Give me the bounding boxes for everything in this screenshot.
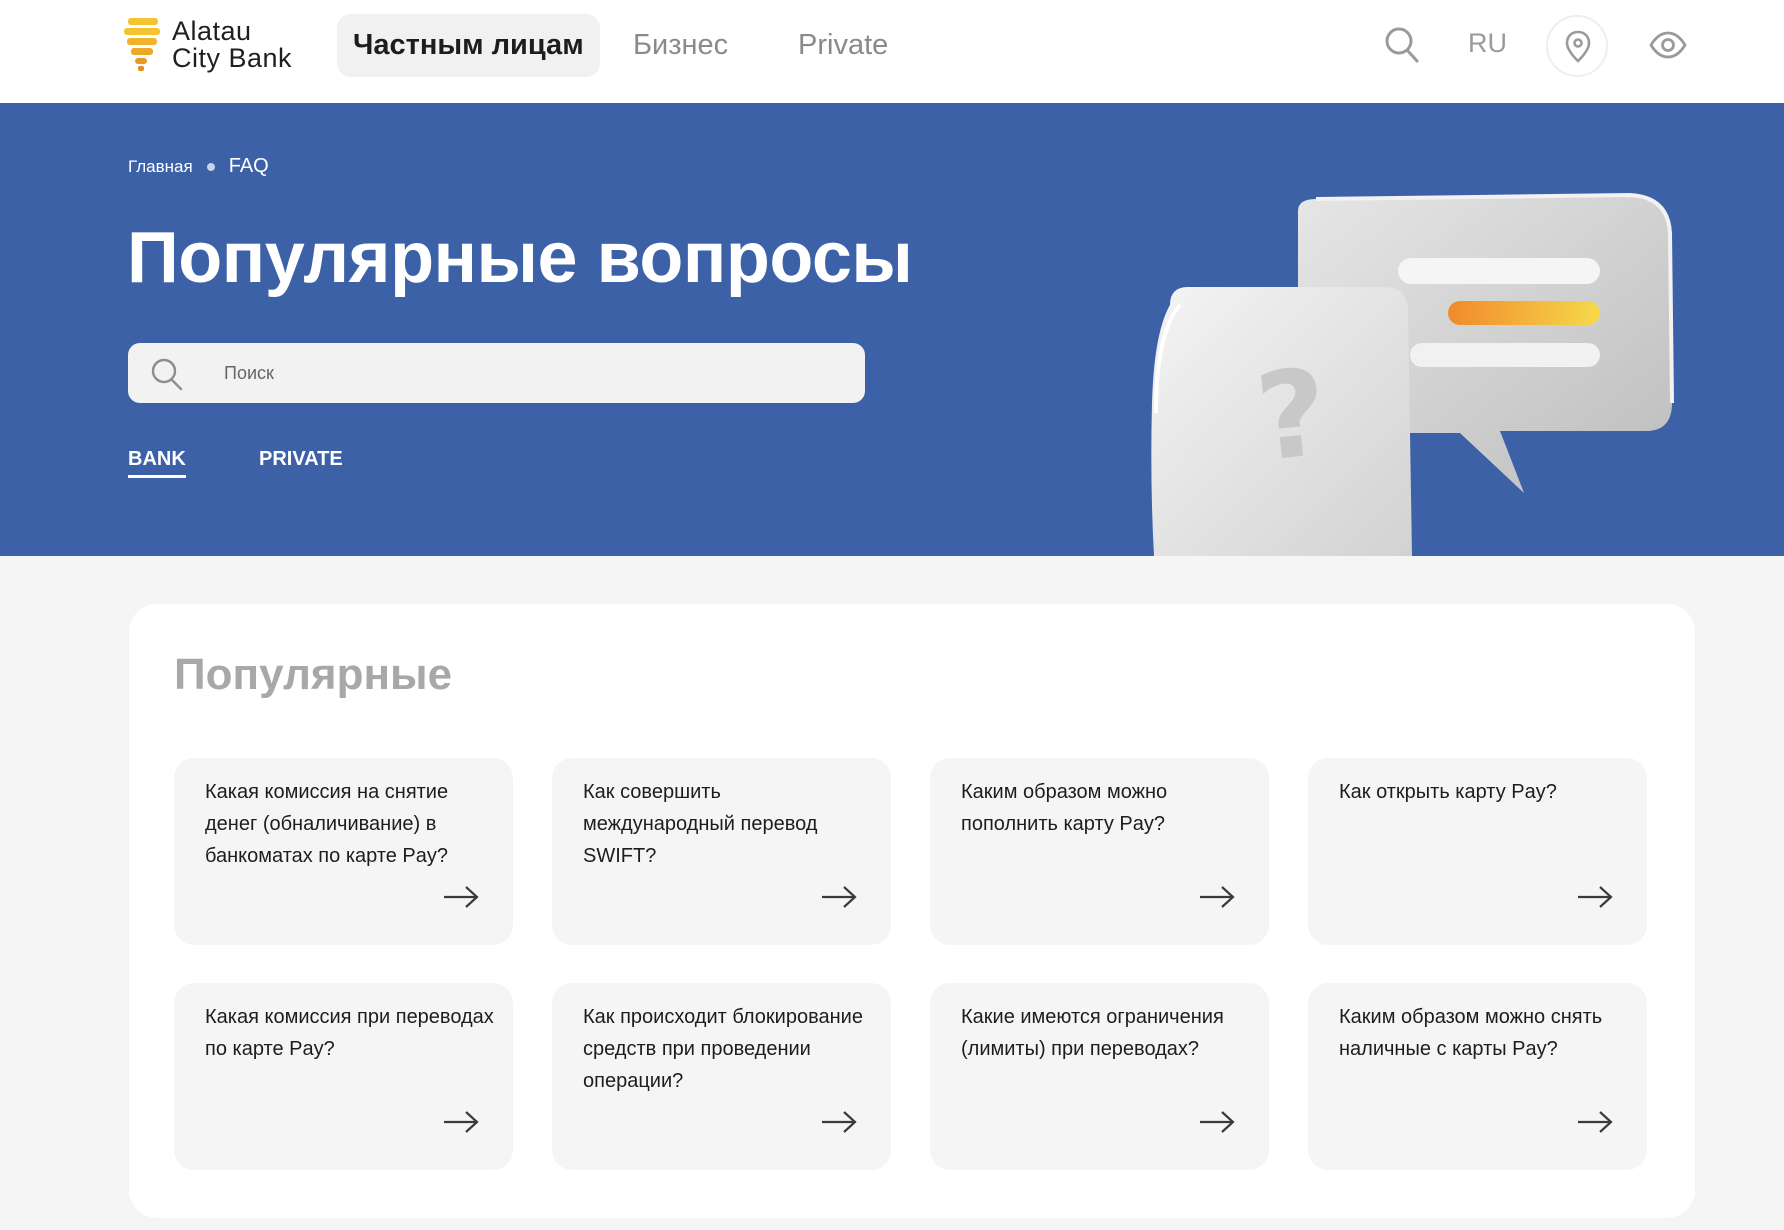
location-button[interactable] — [1546, 15, 1608, 77]
search-icon[interactable] — [1384, 26, 1420, 64]
faq-search-box — [128, 343, 865, 403]
breadcrumb-home[interactable]: Главная — [128, 157, 193, 177]
breadcrumb-current: FAQ — [228, 155, 269, 177]
arrow-right-icon — [1200, 1111, 1235, 1133]
arrow-right-icon — [1200, 886, 1235, 908]
location-pin-icon — [1565, 30, 1591, 63]
eye-icon[interactable] — [1649, 30, 1687, 60]
arrow-right-icon — [1578, 1111, 1613, 1133]
faq-question: Какие имеются ограничения (лимиты) при п… — [961, 1006, 1224, 1060]
arrow-right-icon — [822, 1111, 857, 1133]
faq-card[interactable]: Как происходит блокирование средств при … — [552, 983, 891, 1170]
faq-question: Как открыть карту Pay? — [1339, 781, 1557, 803]
nav-business[interactable]: Бизнес — [617, 14, 744, 77]
tab-bank[interactable]: BANK — [128, 448, 186, 478]
bank-logo[interactable]: Alatau City Bank — [124, 16, 314, 76]
page-title: Популярные вопросы — [127, 218, 913, 298]
faq-question: Как происходит блокирование средств при … — [583, 1006, 863, 1092]
faq-card[interactable]: Каким образом можно снять наличные с кар… — [1308, 983, 1647, 1170]
faq-search-input[interactable] — [224, 343, 844, 403]
faq-chat-bubbles-illustration: ? — [1151, 193, 1674, 556]
faq-grid: Какая комиссия на снятие денег (обналичи… — [174, 758, 1650, 1170]
logo-line-2: City Bank — [172, 43, 293, 73]
faq-card[interactable]: Какие имеются ограничения (лимиты) при п… — [930, 983, 1269, 1170]
section-title: Популярные — [174, 650, 453, 699]
arrow-right-icon — [1578, 886, 1613, 908]
faq-card[interactable]: Как совершить международный перевод SWIF… — [552, 758, 891, 945]
nav-private[interactable]: Private — [782, 14, 904, 77]
tab-private[interactable]: PRIVATE — [259, 448, 343, 471]
faq-question: Какая комиссия при переводах по карте Pa… — [205, 1006, 494, 1060]
arrow-right-icon — [444, 1111, 479, 1133]
popular-questions-section: Популярные Какая комиссия на снятие дене… — [129, 604, 1695, 1218]
language-switcher[interactable]: RU — [1468, 28, 1507, 59]
arrow-right-icon — [444, 886, 479, 908]
faq-card[interactable]: Каким образом можно пополнить карту Pay? — [930, 758, 1269, 945]
breadcrumb: Главная FAQ — [128, 155, 269, 178]
logo-mark-icon — [124, 18, 160, 71]
breadcrumb-separator — [206, 162, 215, 171]
faq-card[interactable]: Как открыть карту Pay? — [1308, 758, 1647, 945]
arrow-right-icon — [822, 886, 857, 908]
faq-question: Каким образом можно снять наличные с кар… — [1339, 1006, 1603, 1060]
faq-card[interactable]: Какая комиссия при переводах по карте Pa… — [174, 983, 513, 1170]
faq-question: Какая комиссия на снятие денег (обналичи… — [205, 781, 449, 867]
hero-section: Главная FAQ Популярные вопросы BANK PRIVA… — [0, 103, 1784, 556]
search-icon — [151, 358, 183, 391]
logo-text: Alatau City Bank — [172, 18, 292, 72]
nav-private-clients[interactable]: Частным лицам — [337, 14, 600, 77]
faq-question: Каким образом можно пополнить карту Pay? — [961, 781, 1168, 835]
faq-card[interactable]: Какая комиссия на снятие денег (обналичи… — [174, 758, 513, 945]
site-header: Alatau City Bank Частным лицам Бизнес Pr… — [0, 0, 1784, 103]
logo-line-1: Alatau — [172, 16, 252, 46]
faq-question: Как совершить международный перевод SWIF… — [583, 781, 818, 867]
svg-text:?: ? — [1250, 343, 1334, 489]
